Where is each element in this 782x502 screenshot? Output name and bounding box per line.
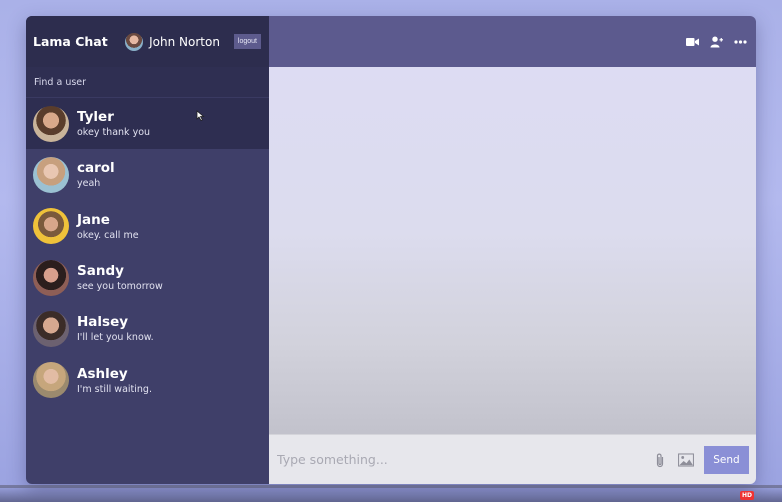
current-user: John Norton logout [125, 32, 261, 51]
chat-name: Tyler [77, 109, 114, 126]
avatar [33, 208, 69, 245]
video-progress-bar[interactable] [0, 485, 782, 488]
chat-item-carol[interactable]: carol yeah [26, 149, 269, 200]
chat-info: Sandy see you tomorrow [77, 263, 163, 292]
chat-header [269, 16, 756, 67]
user-avatar [125, 32, 144, 51]
send-button[interactable]: Send [704, 445, 749, 474]
mouse-cursor-icon [196, 110, 205, 121]
chat-name: carol [77, 160, 115, 177]
search-input[interactable] [34, 76, 261, 88]
chat-info: Ashley I'm still waiting. [77, 366, 152, 395]
chat-item-halsey[interactable]: Halsey I'll let you know. [26, 303, 269, 354]
avatar [33, 105, 69, 142]
chat-last-message: I'll let you know. [77, 332, 154, 344]
video-controls-overlay [0, 486, 782, 502]
message-composer: Send [269, 434, 756, 484]
chat-last-message: okey. call me [77, 229, 139, 241]
chat-name: Sandy [77, 263, 124, 280]
sidebar: Lama Chat John Norton logout Tyler okey … [26, 16, 269, 484]
paperclip-icon[interactable] [652, 452, 668, 468]
chat-info: Halsey I'll let you know. [77, 314, 154, 343]
chat-last-message: yeah [77, 178, 101, 190]
chat-info: Jane okey. call me [77, 212, 139, 241]
chat-item-ashley[interactable]: Ashley I'm still waiting. [26, 354, 269, 405]
chat-last-message: see you tomorrow [77, 281, 163, 293]
video-camera-icon[interactable] [686, 35, 699, 48]
chat-info: carol yeah [77, 160, 115, 189]
user-name: John Norton [149, 34, 220, 49]
chat-window: Lama Chat John Norton logout Tyler okey … [26, 16, 756, 484]
app-logo: Lama Chat [33, 34, 108, 49]
chat-item-sandy[interactable]: Sandy see you tomorrow [26, 252, 269, 303]
add-user-icon[interactable] [710, 35, 723, 48]
chat-name: Ashley [77, 365, 128, 382]
image-icon[interactable] [678, 452, 694, 468]
chat-last-message: okey thank you [77, 127, 151, 139]
chat-panel: Send [269, 16, 756, 484]
avatar [33, 362, 69, 399]
search-bar [26, 67, 269, 98]
avatar [33, 310, 69, 347]
sidebar-navbar: Lama Chat John Norton logout [26, 16, 269, 67]
chat-name: Halsey [77, 314, 129, 331]
more-options-icon[interactable] [734, 35, 747, 48]
message-area [269, 67, 756, 434]
logout-button[interactable]: logout [233, 34, 261, 49]
hd-badge: HD [739, 491, 754, 500]
chat-list: Tyler okey thank you carol yeah Jane oke… [26, 98, 269, 484]
chat-info: Tyler okey thank you [77, 109, 150, 138]
chat-item-jane[interactable]: Jane okey. call me [26, 201, 269, 252]
message-input[interactable] [277, 452, 642, 467]
chat-item-tyler[interactable]: Tyler okey thank you [26, 98, 269, 150]
chat-last-message: I'm still waiting. [77, 383, 152, 395]
avatar [33, 259, 69, 296]
avatar [33, 156, 69, 193]
chat-name: Jane [77, 211, 110, 228]
